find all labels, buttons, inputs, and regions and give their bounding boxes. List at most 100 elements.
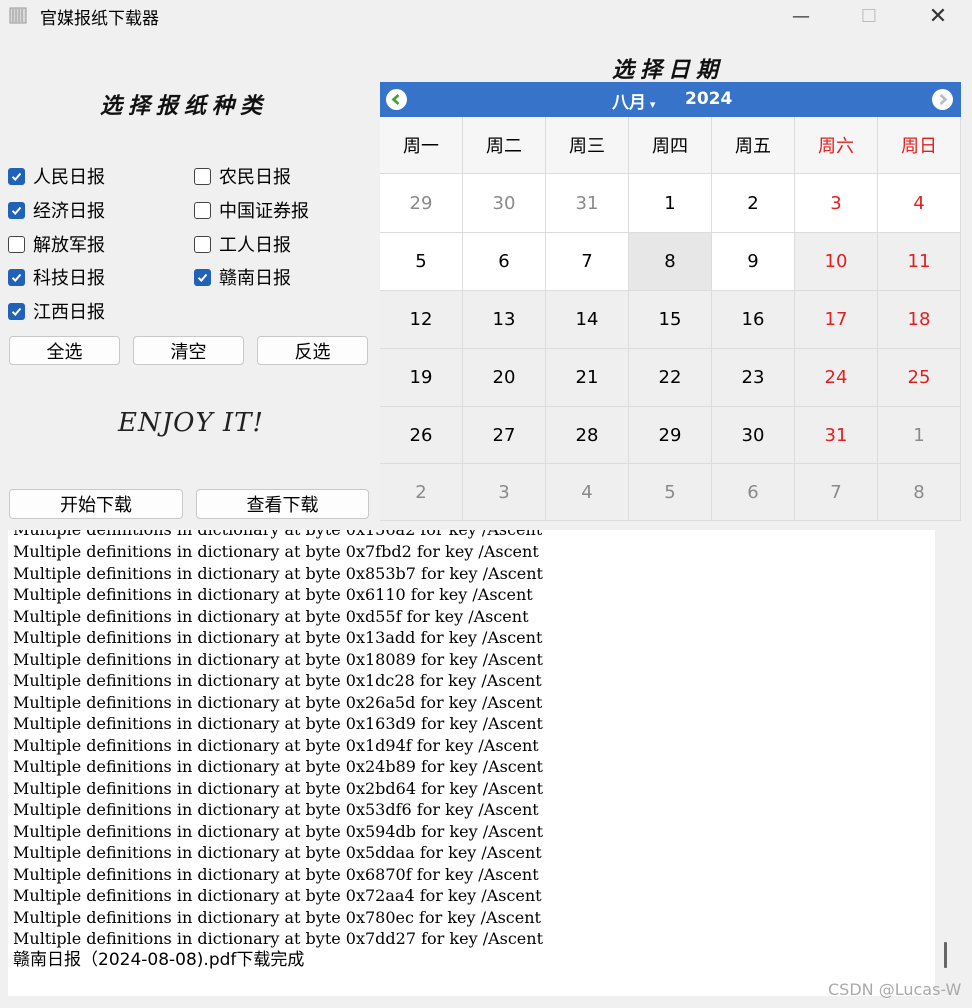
calendar-day[interactable]: 28	[546, 407, 629, 464]
unchecked-box-icon[interactable]	[194, 167, 211, 185]
calendar-day[interactable]: 10	[795, 233, 878, 291]
log-line-partial: Multiple definitions in dictionary at by…	[13, 530, 542, 541]
calendar-day[interactable]: 24	[795, 349, 878, 407]
paper-checkbox[interactable]: 赣南日报	[194, 264, 291, 290]
calendar-day[interactable]: 31	[795, 407, 878, 464]
calendar-day[interactable]: 31	[546, 174, 629, 233]
maximize-button[interactable]: ☐	[846, 0, 892, 32]
app-icon	[9, 7, 27, 24]
calendar-day[interactable]: 21	[546, 349, 629, 407]
unchecked-box-icon[interactable]	[194, 235, 211, 253]
calendar-day[interactable]: 1	[878, 407, 961, 464]
checked-box-icon[interactable]	[8, 201, 25, 219]
view-downloads-button[interactable]: 查看下载	[196, 489, 369, 519]
calendar-day[interactable]: 6	[463, 233, 546, 291]
paper-checkbox[interactable]: 中国证券报	[194, 197, 309, 223]
window-title: 官媒报纸下载器	[40, 9, 159, 29]
calendar-day[interactable]: 5	[629, 464, 712, 521]
calendar-day[interactable]: 11	[878, 233, 961, 291]
paper-label: 中国证券报	[219, 201, 309, 222]
calendar-day[interactable]: 6	[712, 464, 795, 521]
checked-box-icon[interactable]	[8, 167, 25, 185]
log-line: Multiple definitions in dictionary at by…	[13, 606, 529, 626]
log-line: Multiple definitions in dictionary at by…	[13, 628, 543, 647]
calendar-day[interactable]: 2	[380, 464, 463, 521]
log-line: Multiple definitions in dictionary at by…	[13, 542, 539, 561]
calendar-day[interactable]: 30	[712, 407, 795, 464]
calendar-day[interactable]: 4	[878, 174, 961, 233]
prev-month-icon[interactable]	[386, 89, 407, 110]
unchecked-box-icon[interactable]	[8, 235, 25, 253]
calendar-day[interactable]: 16	[712, 291, 795, 349]
unchecked-box-icon[interactable]	[194, 201, 211, 219]
log-line: Multiple definitions in dictionary at by…	[13, 757, 543, 776]
checked-box-icon[interactable]	[194, 268, 211, 286]
calendar-day[interactable]: 13	[463, 291, 546, 349]
close-button[interactable]: ✕	[915, 0, 961, 32]
paper-label: 江西日报	[33, 302, 105, 323]
calendar-day[interactable]: 8	[878, 464, 961, 521]
calendar-day[interactable]: 12	[380, 291, 463, 349]
weekday-header: 周二	[463, 117, 546, 174]
log-output[interactable]: Multiple definitions in dictionary at by…	[8, 530, 935, 996]
calendar-day[interactable]: 30	[463, 174, 546, 233]
select-all-button[interactable]: 全选	[9, 336, 120, 365]
calendar-day[interactable]: 9	[712, 233, 795, 291]
calendar-day[interactable]: 25	[878, 349, 961, 407]
calendar-year[interactable]: 2024	[685, 89, 732, 109]
paper-label: 农民日报	[219, 167, 291, 188]
paper-label: 赣南日报	[219, 268, 291, 289]
paper-checkbox[interactable]: 工人日报	[194, 231, 291, 257]
calendar-day[interactable]: 29	[629, 407, 712, 464]
paper-label: 解放军报	[33, 235, 105, 256]
weekday-header: 周三	[546, 117, 629, 174]
calendar-day[interactable]: 14	[546, 291, 629, 349]
calendar-day[interactable]: 1	[629, 174, 712, 233]
log-line: Multiple definitions in dictionary at by…	[13, 907, 541, 927]
month-label: 八月	[612, 93, 646, 113]
log-line: Multiple definitions in dictionary at by…	[13, 843, 542, 862]
calendar-month-dropdown[interactable]: 八月 ▾	[612, 88, 655, 113]
calendar-day[interactable]: 4	[546, 464, 629, 521]
log-line: Multiple definitions in dictionary at by…	[13, 585, 533, 604]
calendar-day[interactable]: 3	[795, 174, 878, 233]
watermark: CSDN @Lucas-W	[828, 980, 962, 999]
calendar-day[interactable]: 22	[629, 349, 712, 407]
paper-checkbox[interactable]: 解放军报	[8, 231, 105, 257]
calendar-day[interactable]: 7	[546, 233, 629, 291]
calendar-day[interactable]: 17	[795, 291, 878, 349]
weekday-header: 周一	[380, 117, 463, 174]
calendar-day[interactable]: 3	[463, 464, 546, 521]
calendar-day[interactable]: 18	[878, 291, 961, 349]
calendar-day[interactable]: 26	[380, 407, 463, 464]
paper-checkbox[interactable]: 江西日报	[8, 298, 105, 324]
calendar-day[interactable]: 19	[380, 349, 463, 407]
enjoy-text: ENJOY IT!	[118, 408, 264, 438]
paper-checkbox[interactable]: 科技日报	[8, 264, 105, 290]
minimize-button[interactable]: —	[778, 0, 824, 32]
clear-button[interactable]: 清空	[133, 336, 244, 365]
checked-box-icon[interactable]	[8, 268, 25, 286]
paper-checkbox[interactable]: 人民日报	[8, 163, 105, 189]
calendar-day[interactable]: 8	[629, 233, 712, 291]
calendar-day[interactable]: 29	[380, 174, 463, 233]
paper-checkbox[interactable]: 经济日报	[8, 197, 105, 223]
checked-box-icon[interactable]	[8, 302, 25, 320]
paper-checkbox[interactable]: 农民日报	[194, 163, 291, 189]
calendar-day[interactable]: 27	[463, 407, 546, 464]
calendar-day[interactable]: 5	[380, 233, 463, 291]
paper-section-title: 选择报纸种类	[100, 93, 269, 119]
calendar-day[interactable]: 23	[712, 349, 795, 407]
calendar-day[interactable]: 2	[712, 174, 795, 233]
invert-selection-button[interactable]: 反选	[257, 336, 368, 365]
log-scrollbar[interactable]	[944, 942, 947, 968]
start-download-button[interactable]: 开始下载	[9, 489, 183, 519]
calendar-day[interactable]: 7	[795, 464, 878, 521]
log-line: 赣南日报（2024-08-08).pdf下载完成	[13, 949, 305, 970]
calendar-day[interactable]: 15	[629, 291, 712, 349]
next-month-icon[interactable]	[932, 89, 953, 110]
paper-label: 人民日报	[33, 167, 105, 188]
calendar-day[interactable]: 20	[463, 349, 546, 407]
status-bar	[0, 996, 972, 1008]
weekday-header: 周日	[878, 117, 961, 174]
